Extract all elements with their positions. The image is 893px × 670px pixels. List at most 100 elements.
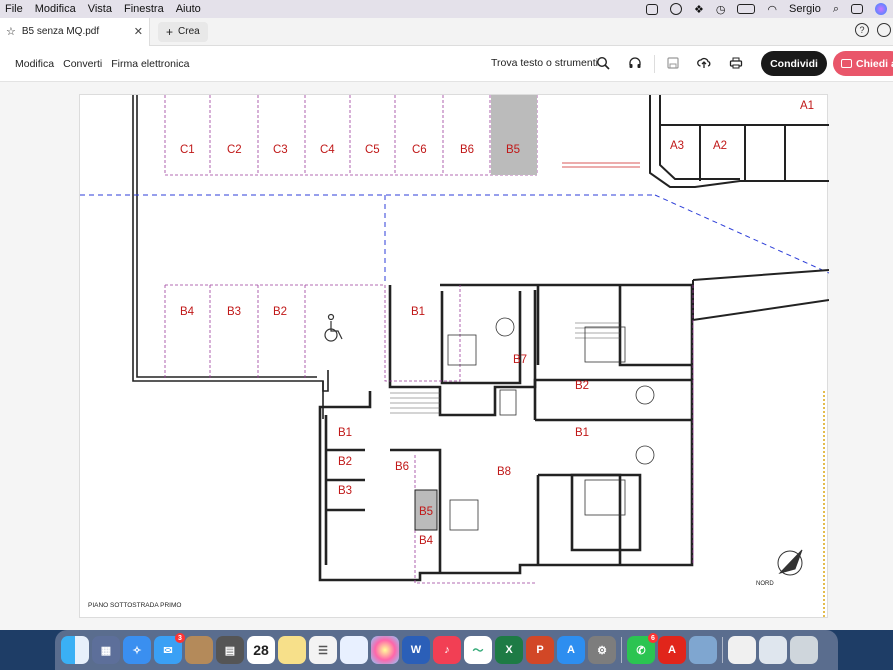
dropbox-icon[interactable]: ❖ (694, 3, 704, 16)
freeform-icon[interactable]: 〜 (464, 636, 492, 664)
apt-b7: B7 (513, 354, 527, 366)
cellar-b1: B1 (338, 427, 352, 439)
whatsapp-badge: 6 (648, 633, 658, 643)
document-viewport[interactable]: NORD C1 C2 C3 C4 C5 C6 B6 B5 B4 B3 B2 B1 (0, 82, 893, 630)
calculator-icon[interactable]: ▤ (216, 636, 244, 664)
document-tab-title: B5 senza MQ.pdf (21, 26, 100, 37)
document-tab[interactable]: ☆ B5 senza MQ.pdf ✕ (0, 17, 150, 46)
safari-icon[interactable]: ✧ (123, 636, 151, 664)
parking-lines (164, 95, 538, 379)
converti-menu[interactable]: Converti (63, 58, 111, 70)
create-button[interactable]: + Crea (158, 21, 208, 42)
pdf-page: NORD C1 C2 C3 C4 C5 C6 B6 B5 B4 B3 B2 B1 (79, 94, 830, 619)
photos-icon[interactable] (371, 636, 399, 664)
unit-a2: A2 (713, 140, 727, 152)
screen-mirror-icon[interactable] (645, 3, 658, 15)
space-c5: C5 (365, 144, 380, 156)
plus-icon: + (166, 24, 174, 39)
menu-bar: File Modifica Vista Finestra Aiuto ❖ ◷ ◠… (0, 0, 893, 18)
close-tab-icon[interactable]: ✕ (134, 25, 143, 38)
find-tools-label[interactable]: Trova testo o strumenti (491, 57, 598, 69)
space-b3: B3 (227, 306, 241, 318)
accessible-parking-icon (324, 313, 343, 342)
creative-cloud-icon[interactable] (669, 3, 682, 15)
menu-aiuto[interactable]: Aiuto (171, 3, 208, 15)
user-name[interactable]: Sergio (789, 3, 821, 15)
control-center-icon[interactable] (851, 4, 863, 14)
dock: ▦ ✧ ✉ 3 ▤ 28 ☰ W ♪ 〜 X P A ⚙ ✆ 6 A (55, 630, 838, 670)
time-machine-icon[interactable]: ◷ (716, 3, 726, 16)
read-aloud-icon[interactable] (628, 56, 642, 70)
tab-bar: ☆ B5 senza MQ.pdf ✕ + Crea ? (0, 17, 893, 46)
files-folder-icon[interactable] (340, 636, 368, 664)
battery-icon[interactable] (737, 4, 756, 14)
acrobat-window: ☆ B5 senza MQ.pdf ✕ + Crea ? Modifica Co… (0, 17, 893, 630)
apple-menu-file[interactable]: File (0, 3, 30, 15)
spotlight-search-icon[interactable]: ⌕ (833, 3, 839, 16)
siri-icon[interactable] (875, 3, 887, 15)
space-c2: C2 (227, 144, 242, 156)
share-button[interactable]: Condividi (761, 51, 827, 76)
photos-folder-icon[interactable] (185, 636, 213, 664)
furniture (447, 317, 655, 531)
calendar-icon[interactable]: 28 (247, 636, 275, 664)
preview-icon[interactable] (689, 636, 717, 664)
unit-a1: A1 (800, 100, 814, 112)
ask-ai-button[interactable]: Chiedi a (833, 51, 893, 76)
excel-icon[interactable]: X (495, 636, 523, 664)
powerpoint-icon[interactable]: P (526, 636, 554, 664)
search-icon[interactable] (596, 56, 610, 70)
plan-caption: PIANO SOTTOSTRADA PRIMO (88, 602, 181, 609)
dock-separator-2 (722, 637, 723, 663)
mail-badge: 3 (175, 633, 185, 643)
whatsapp-icon[interactable]: ✆ 6 (627, 633, 658, 664)
upload-cloud-icon[interactable] (697, 56, 711, 70)
north-label: NORD (756, 581, 774, 587)
menu-vista[interactable]: Vista (83, 3, 119, 15)
launchpad-icon[interactable]: ▦ (92, 636, 120, 664)
cellar-b3: B3 (338, 485, 352, 497)
wifi-icon[interactable]: ◠ (767, 3, 777, 16)
star-icon[interactable]: ☆ (6, 25, 16, 38)
menu-modifica[interactable]: Modifica (30, 3, 83, 15)
cellar-b2: B2 (338, 456, 352, 468)
downloads-stack-icon[interactable] (759, 636, 787, 664)
space-c6: C6 (412, 144, 427, 156)
mail-icon[interactable]: ✉ 3 (154, 633, 185, 664)
help-icon[interactable]: ? (855, 23, 869, 37)
floor-plan-drawing: NORD C1 C2 C3 C4 C5 C6 B6 B5 B4 B3 B2 B1 (80, 95, 830, 619)
calendar-day: 28 (253, 642, 269, 658)
acrobat-icon[interactable]: A (658, 636, 686, 664)
reminders-icon[interactable]: ☰ (309, 636, 337, 664)
cellar-b6: B6 (395, 461, 409, 473)
unit-a3: A3 (670, 140, 684, 152)
apt-b8: B8 (497, 466, 511, 478)
modifica-menu[interactable]: Modifica (0, 58, 63, 70)
dock-separator (621, 637, 622, 663)
documents-stack-icon[interactable] (728, 636, 756, 664)
cellar-b4: B4 (419, 535, 434, 547)
system-settings-icon[interactable]: ⚙ (588, 636, 616, 664)
ramp-lines (562, 162, 640, 168)
space-b1: B1 (411, 306, 425, 318)
cellar-b5: B5 (419, 506, 433, 518)
main-toolbar: Modifica Converti Firma elettronica Trov… (0, 46, 893, 82)
save-icon[interactable] (666, 56, 680, 70)
stairs (390, 322, 620, 414)
menu-finestra[interactable]: Finestra (119, 3, 171, 15)
ask-ai-label: Chiedi a (856, 57, 893, 70)
account-icon[interactable] (877, 23, 891, 37)
space-c3: C3 (273, 144, 288, 156)
finder-icon[interactable] (61, 636, 89, 664)
space-b5: B5 (506, 144, 520, 156)
create-label: Crea (178, 26, 200, 37)
app-store-icon[interactable]: A (557, 636, 585, 664)
trash-icon[interactable] (790, 636, 818, 664)
space-b4: B4 (180, 306, 195, 318)
music-icon[interactable]: ♪ (433, 636, 461, 664)
print-icon[interactable] (729, 56, 743, 70)
block-b-walls (318, 283, 694, 582)
notes-icon[interactable] (278, 636, 306, 664)
word-icon[interactable]: W (402, 636, 430, 664)
firma-elettronica-menu[interactable]: Firma elettronica (111, 58, 198, 70)
